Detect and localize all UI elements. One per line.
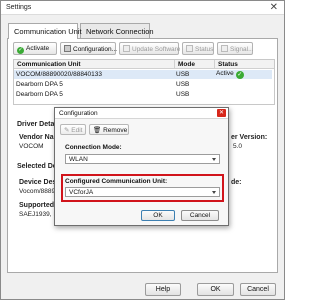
cancel-button[interactable]: Cancel xyxy=(240,283,276,296)
mode-cell: USB xyxy=(176,71,190,78)
dialog-title: Configuration xyxy=(59,110,98,117)
edit-button[interactable]: ✎ Edit xyxy=(60,124,86,135)
table-row[interactable]: VOCOM/88890020/88840133 USB Active ✓ xyxy=(14,70,272,79)
signal-button[interactable]: Signal... xyxy=(217,42,254,55)
connection-mode-label: Connection Mode: xyxy=(65,144,122,151)
edit-label: Edit xyxy=(71,127,83,134)
update-software-label: Update Software xyxy=(132,46,181,53)
activate-button[interactable]: ✓ Activate xyxy=(13,42,57,55)
column-header-status[interactable]: Status xyxy=(214,60,274,69)
driver-version-label: er Version: xyxy=(231,134,268,141)
status-icon xyxy=(186,45,193,52)
activate-label: Activate xyxy=(26,45,50,52)
column-header-mode[interactable]: Mode xyxy=(174,60,214,69)
configuration-dialog: Configuration ✕ ✎ Edit 🗑 Remove Connecti… xyxy=(54,107,229,226)
connection-mode-select[interactable]: WLAN xyxy=(65,154,220,164)
close-icon[interactable]: ✕ xyxy=(270,2,278,13)
status-label: Status xyxy=(195,46,214,53)
tab-communication-unit[interactable]: Communication Unit xyxy=(8,23,82,39)
remove-label: Remove xyxy=(103,127,128,134)
dialog-ok-button[interactable]: OK xyxy=(141,210,175,221)
status-button[interactable]: Status xyxy=(182,42,214,55)
device-mode-label: de: xyxy=(231,179,242,186)
connection-mode-value: WLAN xyxy=(69,156,88,163)
ok-button[interactable]: OK xyxy=(197,283,234,296)
dialog-title-bar: Configuration ✕ xyxy=(55,108,228,119)
configured-unit-label: Configured Communication Unit: xyxy=(65,178,168,185)
signal-label: Signal... xyxy=(230,46,254,53)
unit-cell: Dearborn DPA 5 xyxy=(16,91,63,98)
column-header-unit[interactable]: Communication Unit xyxy=(14,60,174,69)
table-row[interactable]: Dearborn DPA 5 USB xyxy=(14,80,272,89)
update-icon xyxy=(123,45,130,52)
unit-cell: Dearborn DPA 5 xyxy=(16,81,63,88)
dialog-cancel-button[interactable]: Cancel xyxy=(181,210,219,221)
mode-cell: USB xyxy=(176,81,190,88)
configuration-button[interactable]: Configuration... xyxy=(60,42,118,55)
remove-button[interactable]: 🗑 Remove xyxy=(89,124,129,135)
table-row[interactable]: Dearborn DPA 5 USB xyxy=(14,90,272,99)
chevron-down-icon xyxy=(212,158,216,161)
vendor-name-value: VOCOM xyxy=(19,143,44,150)
status-text: Active xyxy=(216,70,234,77)
update-software-button[interactable]: Update Software xyxy=(119,42,181,55)
chevron-down-icon xyxy=(212,191,216,194)
check-icon: ✓ xyxy=(17,47,24,54)
title-bar: Settings ✕ xyxy=(1,1,284,15)
active-check-icon: ✓ xyxy=(235,71,244,79)
unit-cell: VOCOM/88890020/88840133 xyxy=(16,71,103,78)
tab-network-connection[interactable]: Network Connection xyxy=(80,23,154,38)
trash-icon: 🗑 xyxy=(93,127,104,134)
gear-icon xyxy=(64,45,71,52)
help-button[interactable]: Help xyxy=(145,283,181,296)
status-cell: Active ✓ xyxy=(216,70,244,79)
window-title: Settings xyxy=(6,4,32,11)
dialog-close-icon[interactable]: ✕ xyxy=(217,109,226,117)
mode-cell: USB xyxy=(176,91,190,98)
device-description-value: Vocom/88890 xyxy=(19,188,59,195)
configured-unit-value: VCforJA xyxy=(69,189,94,196)
signal-icon xyxy=(221,45,228,52)
configured-unit-select[interactable]: VCforJA xyxy=(65,187,220,197)
driver-version-value: 5.0 xyxy=(233,143,243,150)
configuration-label: Configuration... xyxy=(73,46,118,53)
